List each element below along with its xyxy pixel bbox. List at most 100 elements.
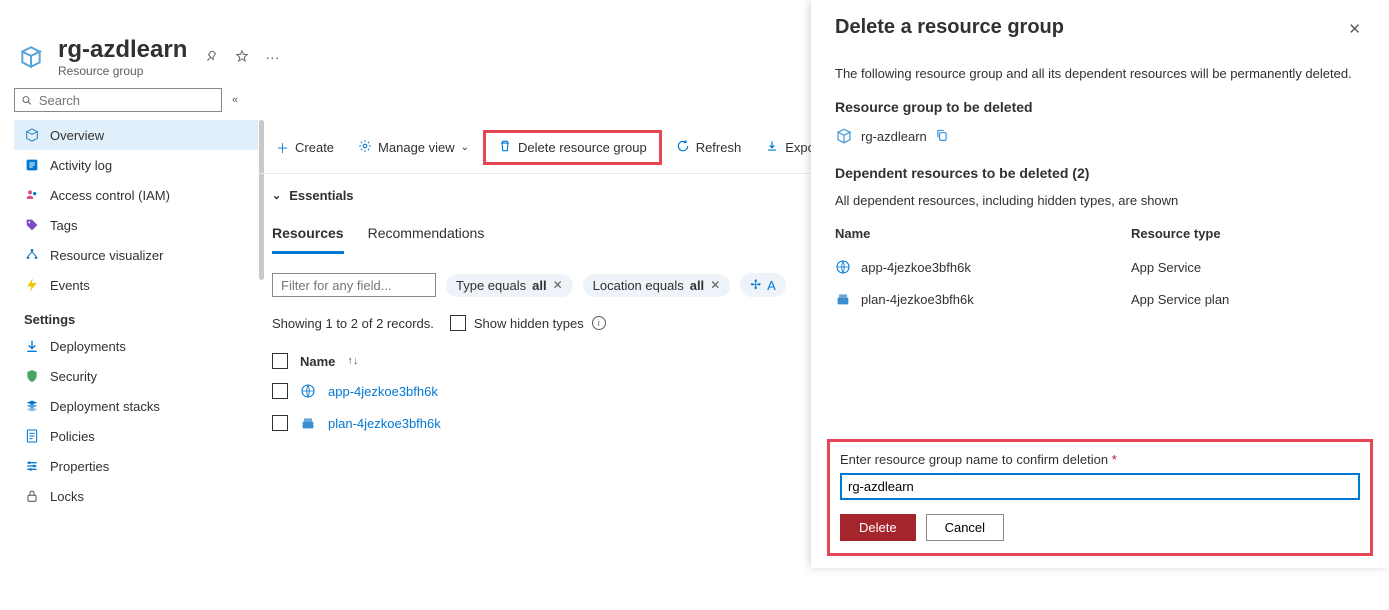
- chevron-down-icon: ⌄: [461, 142, 469, 153]
- rg-section-title: Resource group to be deleted: [835, 99, 1365, 115]
- sidebar-item-tags[interactable]: Tags: [14, 210, 258, 240]
- sidebar-label: Deployments: [50, 339, 126, 354]
- app-service-icon: [835, 259, 851, 275]
- dep-row: app-4jezkoe3bfh6k App Service: [835, 251, 1365, 283]
- sidebar-label: Activity log: [50, 158, 112, 173]
- show-hidden-checkbox[interactable]: [450, 315, 466, 331]
- sidebar-section-settings: Settings: [14, 300, 258, 331]
- dep-type-header: Resource type: [1131, 226, 1221, 241]
- name-column-header[interactable]: Name: [300, 354, 335, 369]
- manage-view-button[interactable]: Manage view ⌄: [348, 135, 479, 160]
- sidebar-item-deployments[interactable]: Deployments: [14, 331, 258, 361]
- sidebar: « Overview Activity log Access control (…: [0, 78, 258, 610]
- chevron-down-icon: ⌄: [272, 189, 281, 202]
- close-icon[interactable]: ✕: [710, 278, 720, 292]
- filter-pill-type[interactable]: Type equals all ✕: [446, 274, 573, 297]
- dep-name-header: Name: [835, 226, 1131, 241]
- delete-panel: Delete a resource group ✕ The following …: [811, 0, 1389, 568]
- plus-icon: ＋: [276, 138, 289, 157]
- resource-link[interactable]: plan-4jezkoe3bfh6k: [328, 416, 441, 431]
- rg-name: rg-azdlearn: [861, 129, 927, 144]
- sidebar-item-policies[interactable]: Policies: [14, 421, 258, 451]
- search-icon: [21, 94, 33, 107]
- dep-table-header: Name Resource type: [835, 226, 1365, 251]
- more-icon[interactable]: ···: [265, 49, 279, 66]
- sidebar-item-access-control[interactable]: Access control (IAM): [14, 180, 258, 210]
- properties-icon: [24, 458, 40, 474]
- add-filter-button[interactable]: ✢ A: [740, 273, 786, 297]
- star-icon[interactable]: [235, 49, 249, 66]
- close-icon[interactable]: ✕: [553, 278, 563, 292]
- sidebar-item-deployment-stacks[interactable]: Deployment stacks: [14, 391, 258, 421]
- cancel-button[interactable]: Cancel: [926, 514, 1004, 541]
- row-checkbox[interactable]: [272, 415, 288, 431]
- sidebar-label: Tags: [50, 218, 77, 233]
- dep-type: App Service: [1131, 260, 1201, 275]
- delete-resource-group-button[interactable]: Delete resource group: [483, 130, 662, 165]
- header-text: rg-azdlearn Resource group: [58, 36, 187, 78]
- sidebar-search[interactable]: [14, 88, 222, 112]
- gear-icon: [358, 139, 372, 156]
- access-control-icon: [24, 187, 40, 203]
- refresh-icon: [676, 139, 690, 156]
- sidebar-item-security[interactable]: Security: [14, 361, 258, 391]
- records-count: Showing 1 to 2 of 2 records.: [272, 316, 434, 331]
- collapse-sidebar-icon[interactable]: «: [232, 94, 238, 106]
- refresh-button[interactable]: Refresh: [666, 135, 752, 160]
- tags-icon: [24, 217, 40, 233]
- page-subtitle: Resource group: [58, 64, 187, 78]
- resource-link[interactable]: app-4jezkoe3bfh6k: [328, 384, 438, 399]
- filter-pill-location[interactable]: Location equals all ✕: [583, 274, 731, 297]
- overview-icon: [24, 127, 40, 143]
- sidebar-item-properties[interactable]: Properties: [14, 451, 258, 481]
- download-icon: [765, 139, 779, 156]
- sidebar-label: Security: [50, 369, 97, 384]
- rg-to-delete: rg-azdlearn: [835, 127, 1365, 145]
- sidebar-item-overview[interactable]: Overview: [14, 120, 258, 150]
- app-service-plan-icon: [835, 291, 851, 307]
- copy-icon[interactable]: [935, 128, 949, 145]
- security-icon: [24, 368, 40, 384]
- sidebar-item-locks[interactable]: Locks: [14, 481, 258, 511]
- filter-input[interactable]: [272, 273, 436, 297]
- resource-visualizer-icon: [24, 247, 40, 263]
- panel-title: Delete a resource group: [835, 16, 1064, 39]
- confirm-label: Enter resource group name to confirm del…: [840, 452, 1360, 467]
- dep-name: plan-4jezkoe3bfh6k: [861, 292, 974, 307]
- select-all-checkbox[interactable]: [272, 353, 288, 369]
- sidebar-label: Overview: [50, 128, 104, 143]
- sidebar-label: Policies: [50, 429, 95, 444]
- deployments-icon: [24, 338, 40, 354]
- search-input[interactable]: [39, 93, 215, 108]
- filter-plus-icon: ✢: [750, 277, 761, 293]
- tab-resources[interactable]: Resources: [272, 217, 344, 254]
- create-button[interactable]: ＋ Create: [266, 134, 344, 161]
- tab-recommendations[interactable]: Recommendations: [368, 217, 485, 254]
- panel-footer: Enter resource group name to confirm del…: [827, 439, 1373, 556]
- dep-name: app-4jezkoe3bfh6k: [861, 260, 971, 275]
- sort-icon[interactable]: ↑↓: [347, 355, 358, 367]
- locks-icon: [24, 488, 40, 504]
- activity-log-icon: [24, 157, 40, 173]
- sidebar-label: Events: [50, 278, 90, 293]
- row-checkbox[interactable]: [272, 383, 288, 399]
- pin-icon[interactable]: [205, 49, 219, 66]
- delete-button[interactable]: Delete: [840, 514, 916, 541]
- close-panel-button[interactable]: ✕: [1344, 16, 1365, 42]
- confirm-input[interactable]: [840, 473, 1360, 500]
- policies-icon: [24, 428, 40, 444]
- sidebar-item-activity-log[interactable]: Activity log: [14, 150, 258, 180]
- dep-row: plan-4jezkoe3bfh6k App Service plan: [835, 283, 1365, 315]
- sidebar-item-resource-visualizer[interactable]: Resource visualizer: [14, 240, 258, 270]
- app-service-icon: [300, 383, 316, 399]
- sidebar-label: Properties: [50, 459, 109, 474]
- app-service-plan-icon: [300, 415, 316, 431]
- info-icon[interactable]: i: [592, 316, 606, 330]
- trash-icon: [498, 139, 512, 156]
- dep-description: All dependent resources, including hidde…: [835, 193, 1365, 208]
- resource-group-icon: [835, 127, 853, 145]
- dep-section-title: Dependent resources to be deleted (2): [835, 165, 1365, 181]
- resource-group-icon: [16, 42, 46, 72]
- sidebar-item-events[interactable]: Events: [14, 270, 258, 300]
- sidebar-label: Locks: [50, 489, 84, 504]
